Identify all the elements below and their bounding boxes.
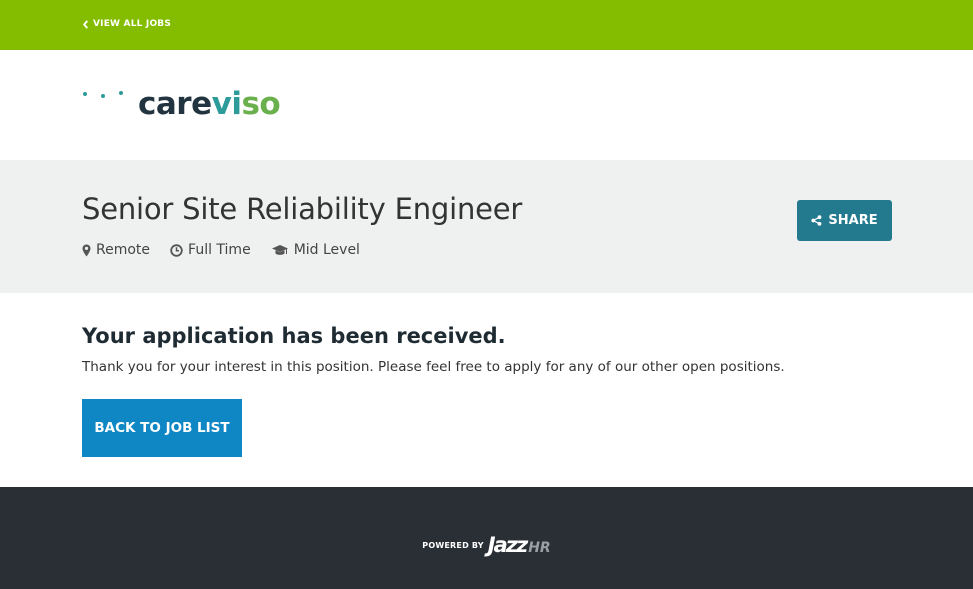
job-meta: Remote Full Time Mid Level	[82, 242, 891, 258]
job-location: Remote	[82, 242, 150, 258]
footer: POWERED BY Jazz HR	[0, 487, 973, 589]
job-location-label: Remote	[96, 242, 151, 258]
share-icon	[811, 215, 822, 226]
careviso-wordmark: careviso	[138, 85, 281, 122]
clock-icon	[170, 243, 183, 257]
powered-by-label: POWERED BY	[422, 540, 484, 550]
job-type: Full Time	[170, 242, 251, 258]
careviso-logo: careviso	[82, 78, 281, 130]
careviso-logo-mark-icon	[83, 82, 123, 128]
jazzhr-logo: Jazz HR	[487, 532, 551, 557]
job-level: Mid Level	[271, 242, 360, 258]
share-button-label: SHARE	[828, 213, 878, 228]
job-level-label: Mid Level	[293, 242, 360, 258]
top-nav-bar: VIEW ALL JOBS	[0, 0, 973, 50]
map-marker-icon	[82, 244, 91, 256]
company-logo-row: careviso	[0, 50, 973, 160]
job-header: Senior Site Reliability Engineer Remote …	[0, 160, 973, 293]
view-all-jobs-link[interactable]: VIEW ALL JOBS	[82, 19, 171, 29]
share-button[interactable]: SHARE	[797, 200, 892, 241]
confirmation-heading: Your application has been received.	[82, 324, 506, 348]
job-title: Senior Site Reliability Engineer	[82, 192, 523, 226]
chevron-left-icon	[82, 19, 88, 29]
job-type-label: Full Time	[188, 242, 251, 258]
confirmation-section: Your application has been received. Than…	[0, 293, 973, 487]
view-all-jobs-label: VIEW ALL JOBS	[93, 19, 172, 29]
back-to-job-list-button[interactable]: BACK TO JOB LIST	[82, 399, 242, 457]
graduation-cap-icon	[271, 244, 288, 255]
powered-by-jazzhr: POWERED BY Jazz HR	[422, 532, 551, 557]
confirmation-message: Thank you for your interest in this posi…	[82, 359, 785, 375]
